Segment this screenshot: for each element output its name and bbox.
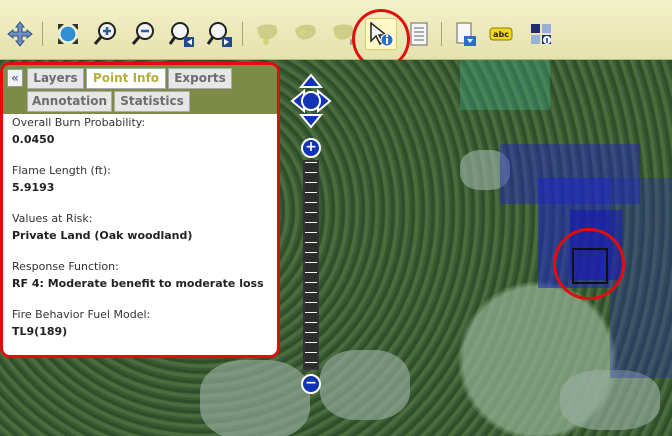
labels-icon[interactable]: abc <box>485 18 517 50</box>
select-polygon-icon[interactable] <box>328 18 360 50</box>
info-value: 0.0450 <box>12 133 55 146</box>
pan-icon[interactable] <box>4 18 36 50</box>
map-toolbar: abc <box>0 0 672 60</box>
select-point-icon[interactable] <box>252 18 284 50</box>
collapse-panel-button[interactable]: « <box>7 69 23 87</box>
info-value: TL9(189) <box>12 325 68 338</box>
zoom-out-icon[interactable] <box>128 18 160 50</box>
previous-extent-icon[interactable] <box>166 18 198 50</box>
zoom-out-button[interactable]: − <box>301 374 321 394</box>
full-extent-icon[interactable] <box>52 18 84 50</box>
select-area-icon[interactable] <box>290 18 322 50</box>
selected-cell-marker <box>572 248 608 284</box>
info-label: Flame Length (ft): <box>12 164 111 177</box>
point-info-list: Overall Burn Probability: 0.0450 Flame L… <box>12 116 271 355</box>
panel-tabs: « Layers Point Info Exports Annotation S… <box>3 65 277 114</box>
zoom-slider[interactable]: + − <box>300 138 322 394</box>
zoom-in-icon[interactable] <box>90 18 122 50</box>
info-label: Response Function: <box>12 260 119 273</box>
next-extent-icon[interactable] <box>204 18 236 50</box>
raster-cell-teal <box>460 60 550 110</box>
info-value: 5.9193 <box>12 181 55 194</box>
info-label: Fire Behavior Fuel Model: <box>12 308 151 321</box>
legend-icon[interactable] <box>525 18 557 50</box>
zoom-in-button[interactable]: + <box>301 138 321 158</box>
svg-text:abc: abc <box>493 30 509 39</box>
pan-control <box>290 73 332 129</box>
tab-exports[interactable]: Exports <box>168 68 232 89</box>
tab-statistics[interactable]: Statistics <box>114 91 190 112</box>
info-value: RF 4: Moderate benefit to moderate loss <box>12 277 264 290</box>
raster-cell-blue <box>610 178 672 378</box>
zoom-track[interactable] <box>303 160 319 370</box>
tab-layers[interactable]: Layers <box>27 68 84 89</box>
info-value: Private Land (Oak woodland) <box>12 229 193 242</box>
export-icon[interactable] <box>449 18 481 50</box>
tab-annotation[interactable]: Annotation <box>27 91 112 112</box>
info-panel: « Layers Point Info Exports Annotation S… <box>0 62 280 358</box>
identify-icon[interactable] <box>365 18 397 50</box>
info-label: Overall Burn Probability: <box>12 116 146 129</box>
info-label: Values at Risk: <box>12 212 93 225</box>
tab-point-info[interactable]: Point Info <box>86 68 166 89</box>
list-icon[interactable] <box>403 18 435 50</box>
